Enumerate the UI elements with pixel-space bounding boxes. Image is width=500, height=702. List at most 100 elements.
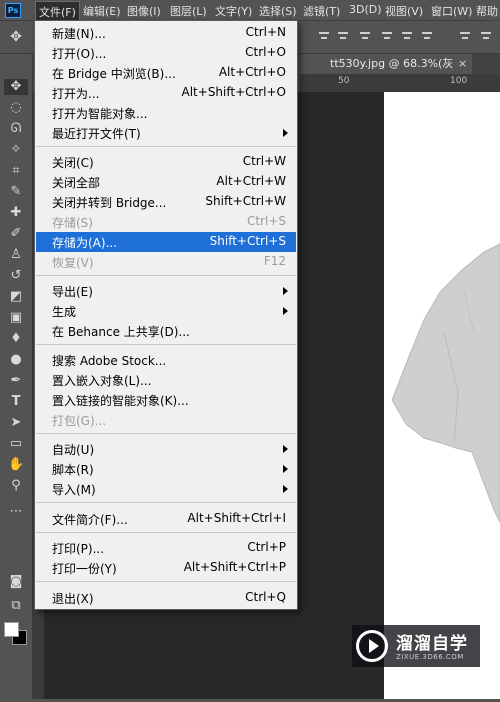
horizontal-ruler: 50 100 [300, 74, 500, 92]
menu-separator [36, 146, 296, 147]
menu-item-shortcut: Alt+Shift+Ctrl+O [181, 85, 286, 99]
move-icon[interactable]: ✥ [4, 79, 28, 95]
menu-item-recent-files[interactable]: 最近打开文件(T) [36, 123, 296, 143]
history-brush-icon[interactable]: ↺ [8, 268, 24, 284]
submenu-arrow-icon [283, 445, 288, 453]
menu-item-print-one-copy[interactable]: 打印一份(Y) Alt+Shift+Ctrl+P [36, 558, 296, 578]
menu-item-new[interactable]: 新建(N)... Ctrl+N [36, 23, 296, 43]
document-canvas[interactable] [384, 92, 500, 699]
align-hcenter-icon[interactable] [401, 30, 413, 42]
menu-view[interactable]: 视图(V) [385, 3, 423, 19]
lasso-icon[interactable]: ᘏ [8, 121, 24, 137]
menu-item-shortcut: Alt+Shift+Ctrl+P [183, 560, 286, 574]
menu-image[interactable]: 图像(I) [127, 3, 161, 19]
menu-item-shortcut: Shift+Ctrl+W [205, 194, 286, 208]
menu-item-import[interactable]: 导入(M) [36, 479, 296, 499]
more-tools-icon[interactable]: ⋯ [8, 504, 24, 520]
gradient-icon[interactable]: ▣ [8, 310, 24, 326]
menu-item-label: 置入链接的智能对象(K)... [52, 394, 189, 408]
submenu-arrow-icon [283, 129, 288, 137]
menu-item-generate[interactable]: 生成 [36, 301, 296, 321]
menu-item-label: 打开(O)... [52, 47, 107, 61]
zoom-icon[interactable]: ⚲ [8, 478, 24, 494]
blur-icon[interactable]: ♦ [8, 331, 24, 347]
menu-item-open[interactable]: 打开(O)... Ctrl+O [36, 43, 296, 63]
menu-item-label: 在 Behance 上共享(D)... [52, 325, 190, 339]
align-right-icon[interactable] [421, 30, 433, 42]
menu-item-label: 恢复(V) [52, 256, 94, 270]
submenu-arrow-icon [283, 287, 288, 295]
menu-item-shortcut: Ctrl+O [245, 45, 286, 59]
menu-type[interactable]: 文字(Y) [215, 3, 252, 19]
distribute-top-icon[interactable] [459, 30, 471, 42]
hand-icon[interactable]: ✋ [8, 457, 24, 473]
menu-filter[interactable]: 滤镜(T) [303, 3, 340, 19]
marquee-icon[interactable]: ◌ [8, 100, 24, 116]
menu-item-export[interactable]: 导出(E) [36, 281, 296, 301]
healing-brush-icon[interactable]: ✚ [8, 205, 24, 221]
menu-3d[interactable]: 3D(D) [349, 3, 382, 16]
menu-item-print[interactable]: 打印(P)... Ctrl+P [36, 538, 296, 558]
menu-item-automate[interactable]: 自动(U) [36, 439, 296, 459]
menu-item-browse-in-bridge[interactable]: 在 Bridge 中浏览(B)... Alt+Ctrl+O [36, 63, 296, 83]
menu-item-close-all[interactable]: 关闭全部 Alt+Ctrl+W [36, 172, 296, 192]
eyedropper-icon[interactable]: ✎ [8, 184, 24, 200]
brush-icon[interactable]: ✐ [8, 226, 24, 242]
align-left-icon[interactable] [381, 30, 393, 42]
menu-item-label: 导出(E) [52, 285, 93, 299]
menu-item-shortcut: Ctrl+S [246, 214, 286, 228]
dodge-icon[interactable]: ● [8, 352, 24, 368]
foreground-color-swatch[interactable] [4, 622, 19, 637]
move-tool-icon[interactable]: ✥ [8, 29, 24, 45]
menu-item-share-on-behance[interactable]: 在 Behance 上共享(D)... [36, 321, 296, 341]
pen-icon[interactable]: ✒ [8, 373, 24, 389]
screen-mode-icon[interactable]: ⧉ [8, 598, 24, 614]
menu-item-label: 存储(S) [52, 216, 93, 230]
close-tab-icon[interactable]: × [458, 54, 467, 74]
menu-item-label: 存储为(A)... [52, 236, 118, 250]
menu-item-package[interactable]: 打包(G)... [36, 410, 296, 430]
menu-item-save[interactable]: 存储(S) Ctrl+S [36, 212, 296, 232]
quick-mask-icon[interactable]: ◙ [8, 574, 24, 590]
path-selection-icon[interactable]: ➤ [8, 415, 24, 431]
menu-select[interactable]: 选择(S) [259, 3, 297, 19]
menu-item-place-embedded[interactable]: 置入嵌入对象(L)... [36, 370, 296, 390]
menu-item-save-as[interactable]: 存储为(A)... Shift+Ctrl+S [36, 232, 296, 252]
menu-item-label: 在 Bridge 中浏览(B)... [52, 67, 176, 81]
menu-item-revert[interactable]: 恢复(V) F12 [36, 252, 296, 272]
menu-item-open-as[interactable]: 打开为... Alt+Shift+Ctrl+O [36, 83, 296, 103]
menu-item-label: 关闭全部 [52, 176, 101, 190]
align-top-icon[interactable] [318, 30, 330, 42]
menu-edit[interactable]: 编辑(E) [83, 3, 121, 19]
clone-stamp-icon[interactable]: ♙ [8, 247, 24, 263]
file-menu-dropdown: 新建(N)... Ctrl+N 打开(O)... Ctrl+O 在 Bridge 中… [34, 20, 298, 610]
menu-item-close-and-go-to-bridge[interactable]: 关闭并转到 Bridge... Shift+Ctrl+W [36, 192, 296, 212]
document-tab[interactable]: tt530y.jpg @ 68.3%(灰色/8#) × [290, 54, 472, 90]
menu-item-exit[interactable]: 退出(X) Ctrl+Q [36, 588, 296, 608]
crop-icon[interactable]: ⌗ [8, 163, 24, 179]
menu-item-place-linked[interactable]: 置入链接的智能对象(K)... [36, 390, 296, 410]
watermark: 溜溜自学 ZIXUE.3D66.COM [352, 625, 480, 667]
menu-item-open-as-smart-object[interactable]: 打开为智能对象... [36, 103, 296, 123]
menu-item-search-adobe-stock[interactable]: 搜索 Adobe Stock... [36, 350, 296, 370]
align-vcenter-icon[interactable] [337, 30, 349, 42]
menu-item-label: 文件简介(F)... [52, 513, 128, 527]
menu-item-shortcut: Ctrl+N [245, 25, 286, 39]
menu-item-shortcut: Ctrl+P [247, 540, 286, 554]
type-icon[interactable]: T [8, 394, 24, 410]
menu-separator [36, 581, 296, 582]
align-bottom-icon[interactable] [359, 30, 371, 42]
eraser-icon[interactable]: ◩ [8, 289, 24, 305]
menu-item-scripts[interactable]: 脚本(R) [36, 459, 296, 479]
menu-file[interactable]: 文件(F) [35, 1, 80, 22]
distribute-center-icon[interactable] [480, 30, 492, 42]
magic-wand-icon[interactable]: ✧ [8, 142, 24, 158]
menu-item-close[interactable]: 关闭(C) Ctrl+W [36, 152, 296, 172]
menu-item-file-info[interactable]: 文件简介(F)... Alt+Shift+Ctrl+I [36, 509, 296, 529]
menu-window[interactable]: 窗口(W) [431, 3, 472, 19]
menu-layer[interactable]: 图层(L) [170, 3, 207, 19]
rectangle-icon[interactable]: ▭ [8, 436, 24, 452]
menu-item-label: 搜索 Adobe Stock... [52, 354, 167, 368]
menu-help[interactable]: 帮助 [476, 3, 498, 19]
menu-separator [36, 502, 296, 503]
